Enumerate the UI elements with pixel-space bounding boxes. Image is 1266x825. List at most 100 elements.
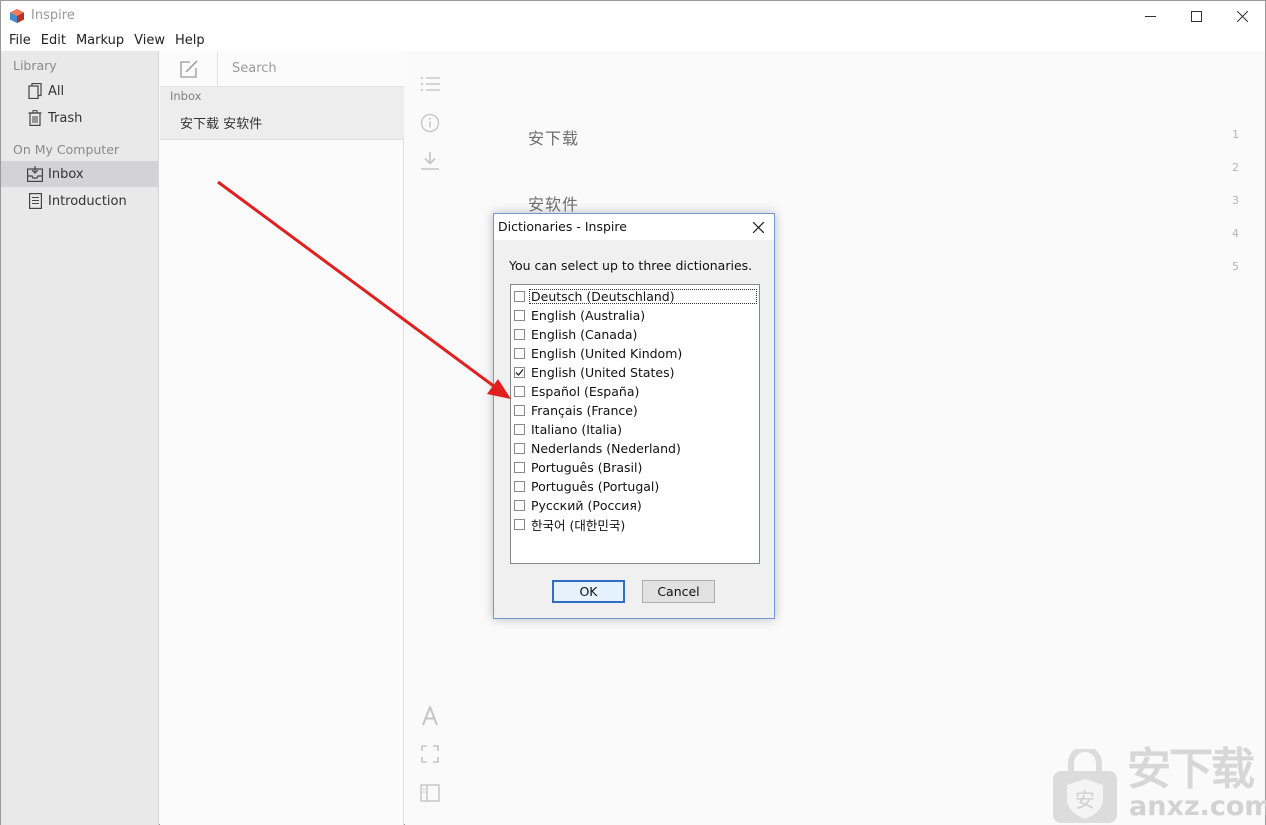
inbox-icon [27, 166, 43, 182]
dictionary-list[interactable]: Deutsch (Deutschland) English (Australia)… [510, 284, 760, 564]
dictionary-option[interactable]: English (Australia) [511, 306, 759, 325]
checkbox-unchecked[interactable] [514, 405, 525, 416]
dictionary-option[interactable]: English (Canada) [511, 325, 759, 344]
line-number: 5 [1232, 260, 1239, 273]
dictionary-option-label: Nederlands (Nederland) [531, 441, 681, 456]
dictionary-option-label: Español (España) [531, 384, 640, 399]
note-list-toolbar [160, 51, 404, 87]
sidebar-item-inbox[interactable]: Inbox [1, 161, 158, 187]
close-icon [752, 221, 764, 233]
checkbox-unchecked[interactable] [514, 424, 525, 435]
trash-icon [27, 110, 43, 126]
sidebar-item-label: Introduction [48, 193, 127, 209]
menu-edit[interactable]: Edit [37, 31, 70, 51]
menu-markup[interactable]: Markup [72, 31, 128, 51]
line-number: 4 [1232, 227, 1239, 240]
toggle-sidebar-button[interactable] [419, 782, 441, 804]
sidebar-item-label: Trash [48, 110, 83, 126]
checkbox-unchecked[interactable] [514, 519, 525, 530]
fullscreen-icon [421, 745, 439, 763]
dictionary-option[interactable]: English (United States) [511, 363, 759, 382]
new-note-button[interactable] [160, 51, 218, 87]
dictionary-option-label: Italiano (Italia) [531, 422, 623, 437]
search-input[interactable] [232, 61, 392, 76]
fullscreen-button[interactable] [419, 743, 441, 765]
checkbox-unchecked[interactable] [514, 386, 525, 397]
note-list-item[interactable]: 安下载 安软件 [160, 105, 404, 140]
menu-file[interactable]: File [5, 31, 35, 51]
sidebar-item-introduction[interactable]: Introduction [1, 188, 158, 214]
dictionary-option[interactable]: Português (Brasil) [511, 458, 759, 477]
checkmark-icon [515, 369, 524, 376]
menu-bar: File Edit Markup View Help [1, 31, 1265, 51]
compose-icon [179, 60, 198, 78]
font-icon [422, 706, 438, 726]
dialog-prompt: You can select up to three dictionaries. [509, 258, 753, 273]
checkbox-unchecked[interactable] [514, 310, 525, 321]
dialog-title-bar: Dictionaries - Inspire [494, 214, 774, 240]
checkbox-unchecked[interactable] [514, 329, 525, 340]
sidebar-toggle-icon [420, 784, 440, 802]
document-icon [27, 193, 43, 209]
maximize-button[interactable] [1173, 1, 1219, 31]
editor-line-3: 安软件 [528, 195, 580, 214]
info-icon [420, 113, 440, 133]
dictionary-option[interactable]: Português (Portugal) [511, 477, 759, 496]
close-icon [1236, 10, 1248, 22]
watermark-url: anxz.com [1129, 791, 1266, 822]
dictionary-option[interactable]: Español (España) [511, 382, 759, 401]
menu-help[interactable]: Help [171, 31, 209, 51]
minimize-button[interactable] [1127, 1, 1173, 31]
close-button[interactable] [1219, 1, 1265, 31]
dictionary-option[interactable]: Français (France) [511, 401, 759, 420]
dialog-close-button[interactable] [746, 216, 770, 238]
dictionary-option-label: Русский (Россия) [531, 498, 642, 513]
dictionary-option-label: English (Australia) [531, 308, 646, 323]
sidebar-item-label: Inbox [48, 166, 84, 182]
checkbox-unchecked[interactable] [514, 481, 525, 492]
watermark: 安 安下载 anxz.com [1051, 741, 1266, 825]
note-group-header: Inbox [160, 87, 404, 105]
sidebar-item-trash[interactable]: Trash [1, 105, 158, 131]
export-button[interactable] [419, 150, 441, 172]
checkbox-unchecked[interactable] [514, 462, 525, 473]
dictionary-option[interactable]: English (United Kindom) [511, 344, 759, 363]
outline-button[interactable] [419, 73, 441, 95]
line-number: 3 [1232, 194, 1239, 207]
app-window: Inspire File Edit Markup View Help Libra… [0, 0, 1266, 825]
maximize-icon [1190, 10, 1202, 22]
line-number: 1 [1232, 128, 1239, 141]
dictionary-option[interactable]: Nederlands (Nederland) [511, 439, 759, 458]
dictionary-option[interactable]: 한국어 (대한민국) [511, 515, 759, 534]
info-button[interactable] [419, 112, 441, 134]
checkbox-unchecked[interactable] [514, 348, 525, 359]
checkbox-unchecked[interactable] [514, 443, 525, 454]
dictionaries-dialog: Dictionaries - Inspire You can select up… [493, 213, 775, 619]
dictionary-option[interactable]: Italiano (Italia) [511, 420, 759, 439]
app-logo-icon [10, 9, 24, 23]
sidebar-item-all[interactable]: All [1, 78, 158, 104]
note-list-panel: Inbox 安下载 安软件 [160, 51, 404, 825]
sidebar-item-label: All [48, 83, 65, 99]
font-button[interactable] [419, 705, 441, 727]
download-icon [421, 152, 439, 170]
checkbox-unchecked[interactable] [514, 500, 525, 511]
checkbox-checked[interactable] [514, 367, 525, 378]
watermark-shield-glyph: 安 [1075, 788, 1095, 812]
list-icon [420, 76, 440, 92]
window-title: Inspire [31, 8, 75, 23]
watermark-text: 安下载 [1127, 744, 1255, 795]
cancel-button[interactable]: Cancel [642, 580, 715, 603]
minimize-icon [1144, 15, 1156, 17]
checkbox-unchecked[interactable] [514, 291, 525, 302]
dictionary-option[interactable]: Русский (Россия) [511, 496, 759, 515]
dictionary-option[interactable]: Deutsch (Deutschland) [511, 287, 759, 306]
dictionary-option-label: Português (Portugal) [531, 479, 660, 494]
shield-lock-icon: 安 [1053, 749, 1117, 823]
sidebar: Library All Trash On My Computer Inbox I [1, 51, 159, 825]
dictionary-option-label: English (United Kindom) [531, 346, 683, 361]
menu-view[interactable]: View [130, 31, 169, 51]
ok-button[interactable]: OK [552, 580, 625, 603]
line-number: 2 [1232, 161, 1239, 174]
documents-icon [27, 83, 43, 99]
